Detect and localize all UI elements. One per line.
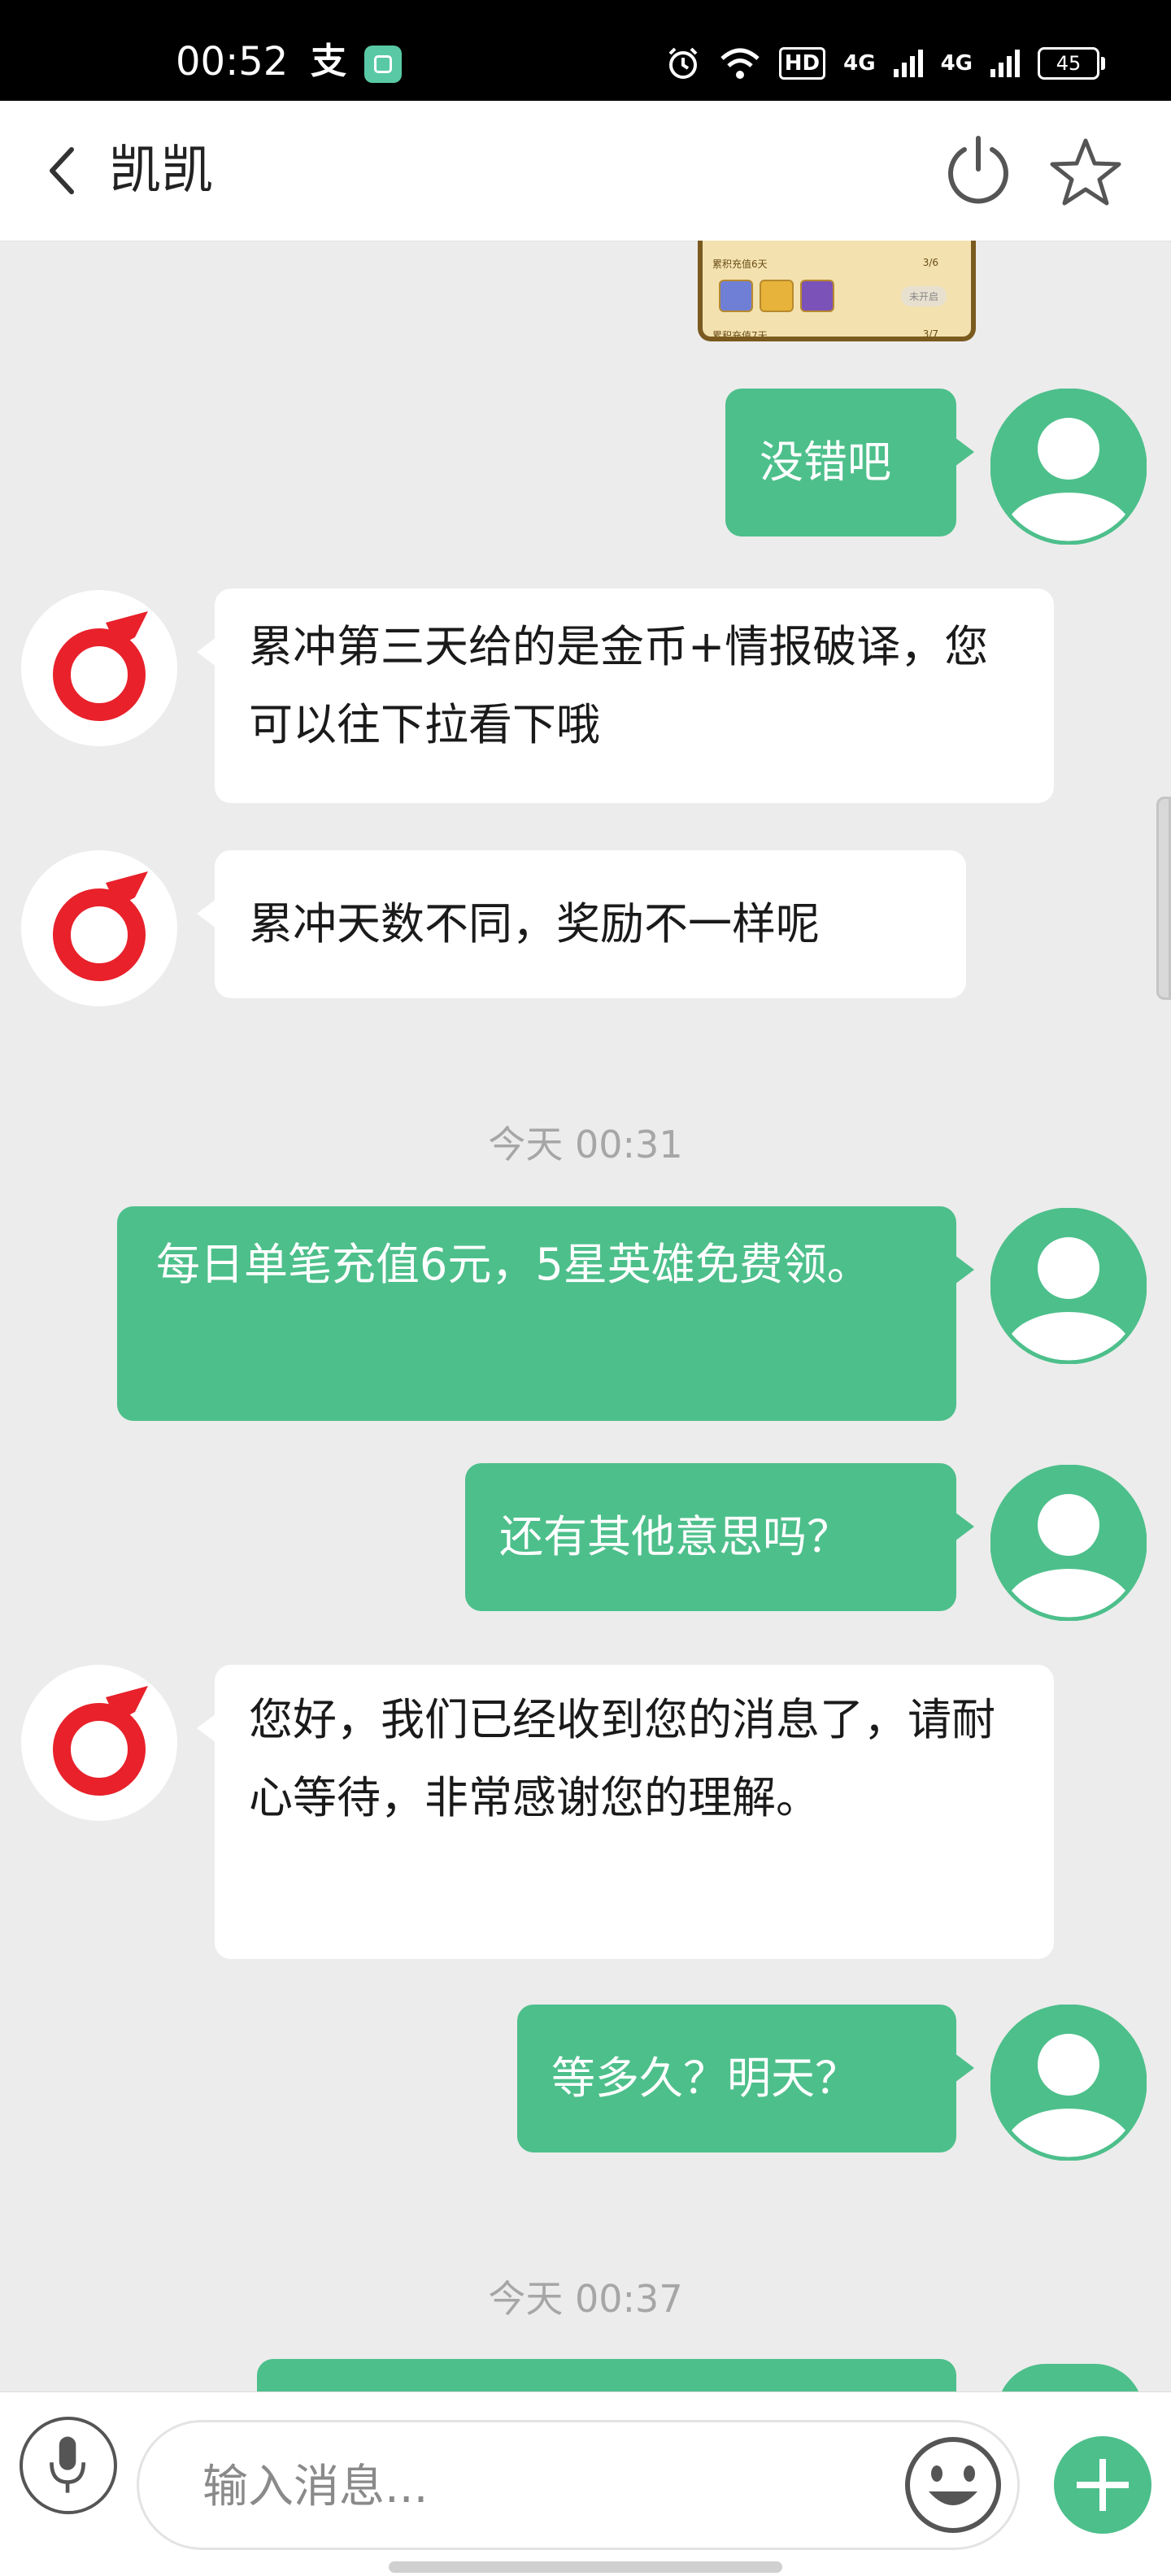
message-bubble-outgoing[interactable]: 等多久？明天？ xyxy=(517,2005,974,2152)
message-timestamp: 今天 00:31 xyxy=(488,1123,683,1166)
alarm-icon xyxy=(668,47,698,79)
signal-bars-2-icon xyxy=(990,50,1020,77)
preview-button: 未开启 xyxy=(900,286,947,306)
message-bubble-incoming[interactable]: 您好，我们已经收到您的消息了，请耐心等待，非常感谢您的理解。 xyxy=(197,1665,1054,1959)
message-input[interactable] xyxy=(201,2447,855,2526)
message-bubble-outgoing[interactable]: 没错吧 xyxy=(725,389,974,536)
service-logo-avatar-icon[interactable] xyxy=(21,850,177,1006)
preview-row-2-progress: 3/7 xyxy=(922,328,938,340)
message-bubble-outgoing[interactable]: 每日单笔充值6元，5星英雄免费领。 xyxy=(117,1206,974,1421)
hd-badge: HD xyxy=(778,47,826,80)
user-avatar-icon[interactable] xyxy=(990,2005,1147,2161)
user-avatar-icon[interactable] xyxy=(990,1465,1147,1621)
add-icon[interactable] xyxy=(1054,2436,1151,2534)
emoji-icon[interactable] xyxy=(903,2435,1003,2535)
preview-row-2: 累积充值7天 xyxy=(712,330,768,341)
app-notification-icon xyxy=(364,46,402,83)
reward-card-icon xyxy=(719,280,753,312)
message-bubble-incoming[interactable]: 累冲第三天给的是金币+情报破译，您可以往下拉看下哦 xyxy=(197,589,1054,803)
message-bubble-outgoing[interactable]: 还有其他意思吗？ xyxy=(465,1463,974,1611)
image-message-preview[interactable]: 累积充值6天 3/6 未开启 累积充值7天 3/7 xyxy=(698,241,976,341)
chat-title: 凯凯 xyxy=(109,141,213,201)
battery-indicator: 45 xyxy=(1038,47,1105,80)
wifi-icon xyxy=(720,48,760,79)
status-bar: 00:52 支 HD 4G 4G 45 xyxy=(0,0,1171,101)
message-bubble-outgoing-partial[interactable] xyxy=(257,2359,956,2391)
preview-row-1-progress: 3/6 xyxy=(922,257,938,268)
user-avatar-partial-icon xyxy=(997,2364,1143,2391)
message-timestamp: 今天 00:37 xyxy=(488,2277,683,2321)
back-chevron-icon[interactable] xyxy=(46,146,78,195)
input-bar xyxy=(0,2391,1171,2576)
user-avatar-icon[interactable] xyxy=(990,1208,1147,1364)
reward-coin-icon xyxy=(760,280,794,312)
message-bubble-incoming[interactable]: 累冲天数不同，奖励不一样呢 xyxy=(197,850,966,998)
scroll-handle[interactable] xyxy=(1156,797,1171,1000)
signal-bars-1-icon xyxy=(893,50,923,77)
chat-messages[interactable]: 累积充值6天 3/6 未开启 累积充值7天 3/7 没错吧 累冲第三天给的是金币… xyxy=(0,241,1171,2391)
chat-header: 凯凯 xyxy=(0,101,1171,241)
microphone-icon[interactable] xyxy=(20,2417,117,2514)
home-indicator[interactable] xyxy=(389,2561,782,2573)
message-input-container xyxy=(137,2420,1020,2550)
alipay-icon: 支 xyxy=(311,41,346,82)
status-indicators: HD 4G 4G 45 xyxy=(665,39,1105,88)
reward-hero-icon xyxy=(800,280,834,312)
service-logo-avatar-icon[interactable] xyxy=(21,590,177,746)
star-icon[interactable] xyxy=(1049,137,1122,206)
service-logo-avatar-icon[interactable] xyxy=(21,1665,177,1821)
preview-reward-items xyxy=(719,280,834,312)
network-type-2: 4G xyxy=(940,51,973,76)
preview-row-1: 累积充值6天 xyxy=(712,258,768,270)
user-avatar-icon[interactable] xyxy=(990,389,1147,545)
status-time: 00:52 xyxy=(176,39,289,85)
power-icon[interactable] xyxy=(942,133,1015,206)
network-type-1: 4G xyxy=(843,51,876,76)
